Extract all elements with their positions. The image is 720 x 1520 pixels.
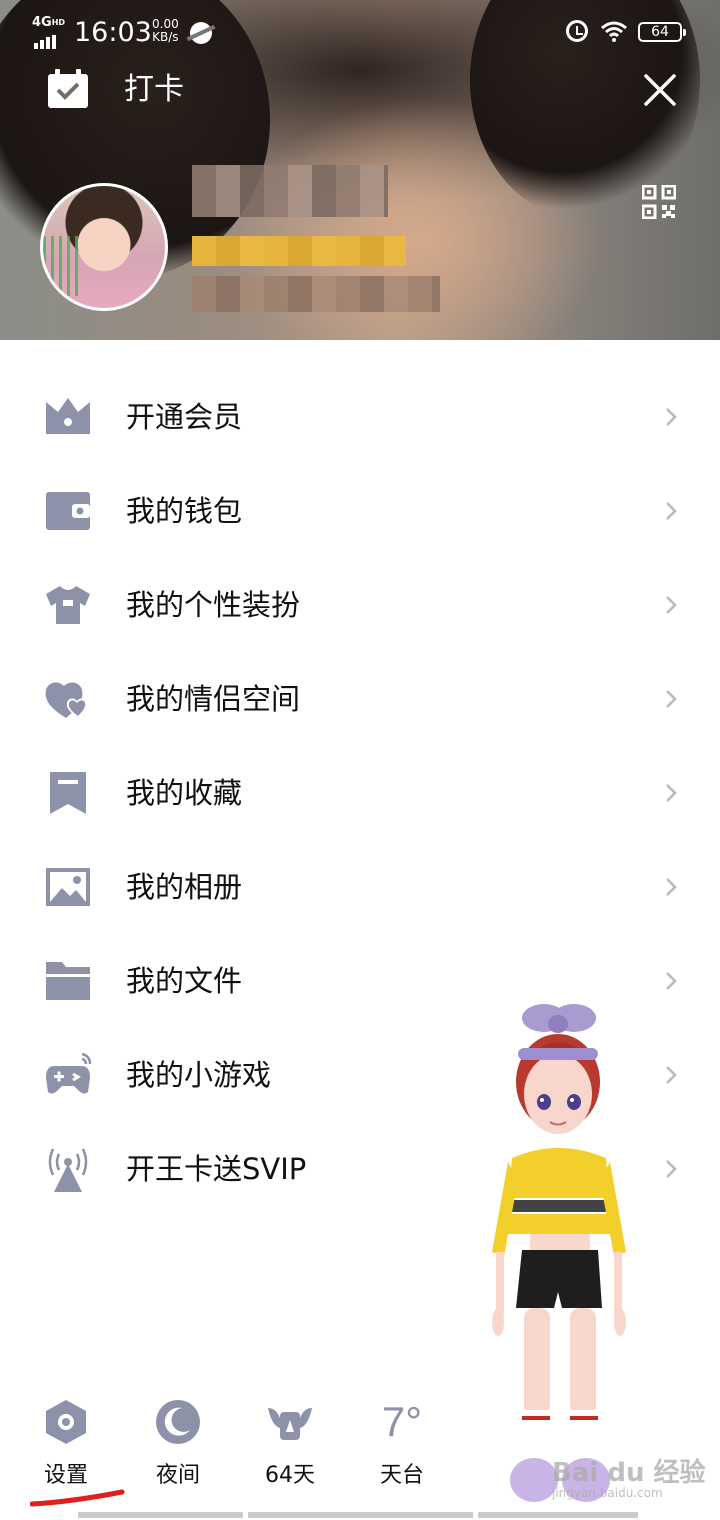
menu-item-couple-space[interactable]: 我的情侣空间: [0, 652, 720, 746]
hearts-icon: [45, 682, 88, 718]
chevron-right-icon: [666, 878, 677, 896]
red-annotation-underline: [30, 1489, 125, 1507]
nickname-redacted: [192, 165, 388, 217]
settings-hexagon-icon: [46, 1400, 86, 1444]
menu-item-album[interactable]: 我的相册: [0, 840, 720, 934]
vip-badge-redacted: [192, 236, 406, 266]
menu-item-label: 我的收藏: [126, 776, 243, 810]
night-mode-button[interactable]: 夜间: [130, 1398, 226, 1498]
battery-indicator: 64: [638, 22, 686, 42]
chevron-right-icon: [666, 502, 677, 520]
signal-icon: [34, 30, 58, 49]
gamepad-icon: [46, 1052, 92, 1094]
weather-button[interactable]: 7° 天台: [354, 1398, 450, 1498]
signature-redacted: [192, 276, 440, 312]
photo-icon: [46, 868, 90, 906]
chevron-right-icon: [666, 408, 677, 426]
menu-item-favorites[interactable]: 我的收藏: [0, 746, 720, 840]
menu-item-label: 我的文件: [126, 964, 243, 998]
menu-item-theme[interactable]: 我的个性装扮: [0, 558, 720, 652]
settings-label: 设置: [43, 1463, 88, 1488]
chevron-right-icon: [666, 972, 677, 990]
avatar[interactable]: [40, 183, 168, 311]
calendar-check-icon[interactable]: [46, 68, 90, 110]
wifi-icon: [601, 21, 627, 42]
menu-item-label: 我的个性装扮: [126, 588, 301, 622]
clock: 16:03: [74, 17, 152, 48]
menu-item-wallet[interactable]: 我的钱包: [0, 464, 720, 558]
alarm-icon: [566, 20, 588, 42]
network-type: 4GHD: [32, 15, 66, 30]
menu-item-label: 我的小游戏: [126, 1058, 272, 1092]
night-label: 夜间: [155, 1463, 200, 1488]
menu-item-label: 开王卡送SVIP: [126, 1152, 307, 1186]
chevron-right-icon: [666, 596, 677, 614]
status-bar: 4GHD 16:03 0.00 KB/s 64: [0, 0, 720, 64]
winged-badge-icon: [268, 1408, 312, 1440]
watermark-logo: Bai du 经验: [552, 1458, 706, 1488]
menu-item-label: 我的情侣空间: [126, 682, 301, 716]
chevron-right-icon: [666, 1160, 677, 1178]
weather-temperature: 7°: [381, 1398, 423, 1445]
qr-code-icon[interactable]: [642, 185, 676, 219]
days-label: 64天: [265, 1463, 315, 1488]
moon-icon: [156, 1400, 200, 1444]
weather-location-label: 天台: [379, 1463, 424, 1488]
chevron-right-icon: [666, 690, 677, 708]
profile-header: 4GHD 16:03 0.00 KB/s 64 打卡: [0, 0, 720, 340]
menu-item-label: 我的钱包: [126, 494, 243, 528]
checkin-button[interactable]: 打卡: [124, 72, 184, 108]
wallet-icon: [46, 492, 90, 530]
watermark-url: jingyan.baidu.com: [552, 1486, 663, 1500]
tshirt-icon: [46, 586, 90, 624]
chevron-right-icon: [666, 784, 677, 802]
system-nav-bar: [78, 1512, 638, 1518]
close-icon[interactable]: [640, 70, 680, 110]
crown-icon: [46, 398, 90, 434]
days-badge-button[interactable]: 64天: [242, 1398, 338, 1498]
planet-icon: [190, 22, 212, 44]
settings-button[interactable]: 设置: [18, 1398, 114, 1498]
menu-item-label: 我的相册: [126, 870, 243, 904]
signal-tower-icon: [48, 1148, 88, 1192]
chevron-right-icon: [666, 1066, 677, 1084]
network-speed: 0.00 KB/s: [152, 17, 179, 44]
bookmark-icon: [50, 772, 86, 814]
menu-item-label: 开通会员: [126, 400, 243, 434]
folder-icon: [46, 962, 90, 1000]
menu-item-vip[interactable]: 开通会员: [0, 370, 720, 464]
